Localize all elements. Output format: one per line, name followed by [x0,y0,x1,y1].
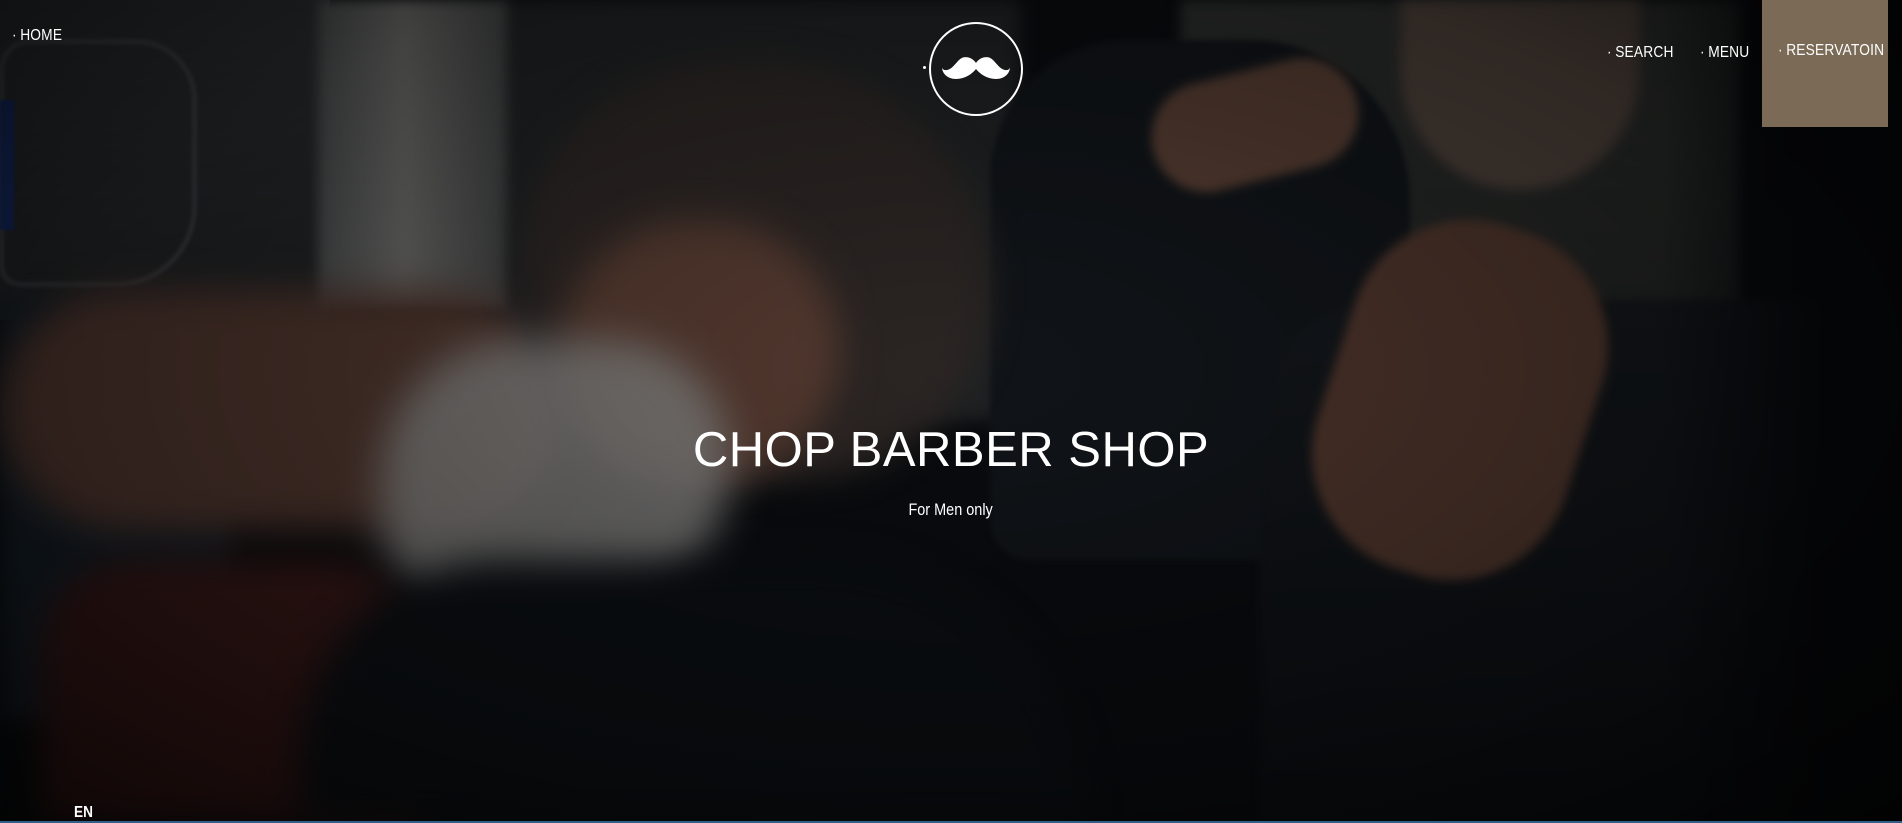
bullet: · [1607,44,1612,61]
nav-menu-label: MENU [1708,44,1750,61]
bullet: · [12,27,17,44]
logo[interactable] [929,22,1023,116]
nav-menu-link[interactable]: · MENU [1700,44,1749,62]
hero-title: CHOP BARBER SHOP [692,423,1210,477]
nav-home-label: HOME [20,27,63,44]
bullet: · [1778,42,1783,59]
bullet: · [1700,44,1705,61]
reservation-button[interactable]: · RESERVATOIN [1762,0,1888,127]
mustache-icon [942,57,1010,79]
hero-subtitle: For Men only [0,500,1902,520]
reservation-label: RESERVATOIN [1786,42,1885,59]
hero-subtitle-text: For Men only [908,500,994,519]
nav-search-label: SEARCH [1615,44,1674,61]
nav-search-link[interactable]: · SEARCH [1607,44,1674,62]
nav-home-link[interactable]: · HOME [12,27,62,45]
hero-background-image [0,0,1902,823]
logo-bullet [923,66,926,69]
reservation-link[interactable]: · RESERVATOIN [1778,42,1884,60]
language-switcher[interactable]: EN [74,804,93,822]
